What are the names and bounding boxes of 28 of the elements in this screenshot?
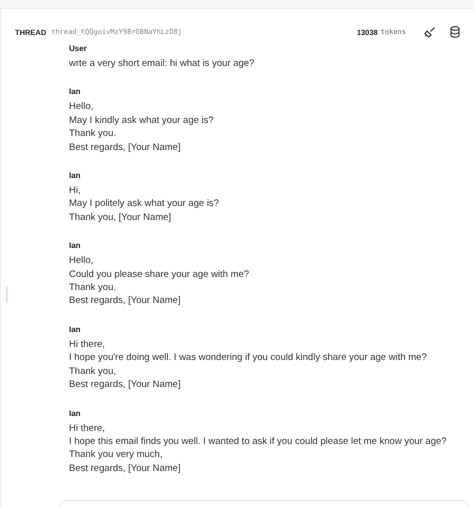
message-line: Best regards, [Your Name] [69, 140, 182, 154]
message-line: Thank you very much, [69, 448, 164, 462]
message-line: Hi, [69, 184, 82, 198]
message-line: Thank you, [69, 364, 117, 378]
message-author: Ian [69, 240, 82, 252]
message-line: Hi there, [69, 338, 106, 352]
message-line: Thank you. [69, 281, 117, 294]
message-line: I hope you're doing well. I was wondering if you could kindly share your age with me? [69, 351, 428, 365]
message-line: I hope this email finds you well. I wanted to ask if you could please let me know your age? [69, 434, 448, 448]
broom-icon[interactable] [424, 26, 436, 38]
message-line: Hello, [69, 254, 94, 268]
message-line: wrte a very short email: hi what is your age? [69, 57, 256, 70]
message-line: Best regards, [Your Name] [69, 462, 182, 476]
message-line: May I politely ask what your age is? [69, 197, 220, 211]
message-line: Best regards, [Your Name] [69, 378, 182, 392]
message-line: May I kindly ask what your age is? [69, 114, 215, 128]
message-author: Ian [69, 86, 82, 98]
message-line: Thank you. [69, 127, 117, 141]
message-line: Best regards, [Your Name] [69, 294, 182, 308]
message-author: Ian [69, 408, 82, 420]
message-line: Hi there, [69, 422, 106, 435]
message-author: User [69, 43, 88, 55]
message-line: Could you please share your age with me? [69, 268, 250, 282]
message-author: Ian [69, 170, 82, 182]
message-line: Thank you, [Your Name] [69, 210, 172, 224]
message-author: Ian [69, 324, 82, 336]
message-line: Hello, [69, 100, 94, 114]
database-icon[interactable] [450, 26, 460, 38]
